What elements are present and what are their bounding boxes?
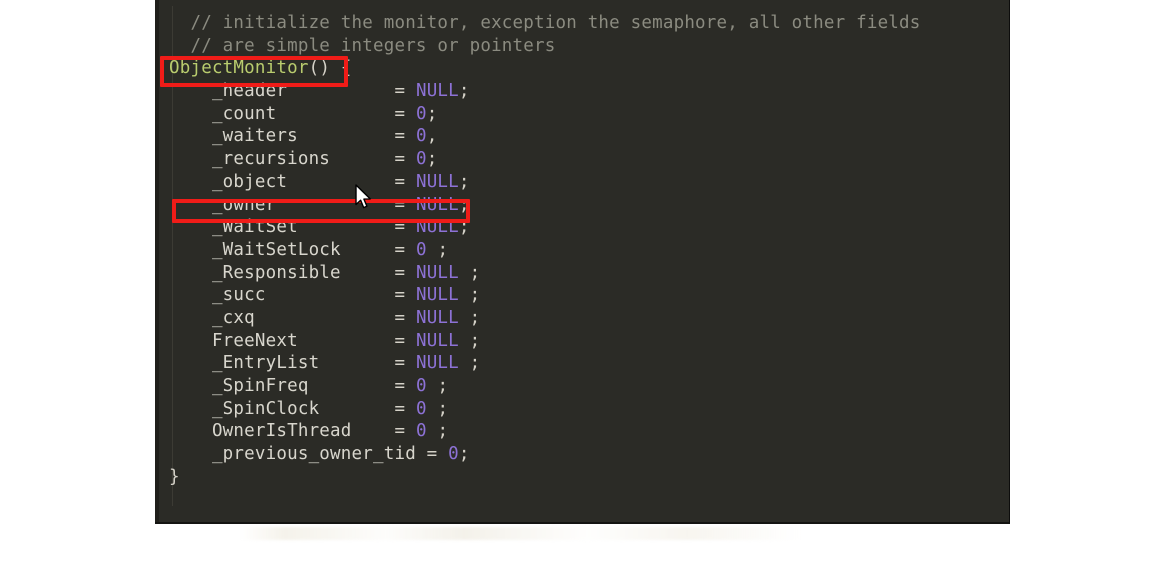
token-fn: ObjectMonitor xyxy=(169,58,309,79)
line-responsible[interactable]: _Responsible = NULL ; xyxy=(169,262,921,285)
page-root: // initialize the monitor, exception the… xyxy=(0,0,1172,562)
token-const: NULL xyxy=(415,307,459,328)
token-num: 0 xyxy=(448,444,459,465)
token-const: NULL xyxy=(415,353,459,374)
token-num: 0 xyxy=(415,149,427,170)
token-num: 0 xyxy=(415,398,427,419)
token-op: = xyxy=(394,239,416,260)
token-const: NULL xyxy=(415,81,459,102)
token-punct: ; xyxy=(426,376,449,396)
line-close-brace[interactable]: } xyxy=(169,466,921,489)
token-ident: _header xyxy=(169,81,395,102)
line-freenext[interactable]: FreeNext = NULL ; xyxy=(169,330,921,353)
token-punct: ; xyxy=(458,194,470,215)
token-op: = xyxy=(394,376,416,396)
token-punct: ; xyxy=(458,171,470,192)
line-previous-owner-tid[interactable]: _previous_owner_tid = 0; xyxy=(169,443,921,466)
line-cxq[interactable]: _cxq = NULL ; xyxy=(169,307,921,330)
token-op: = xyxy=(394,353,416,374)
token-op: = xyxy=(394,285,416,306)
token-ident: _WaitSetLock xyxy=(169,239,395,260)
token-ident: _previous_owner_tid xyxy=(169,444,427,465)
token-op: = xyxy=(394,149,416,170)
token-ident: OwnerIsThread xyxy=(169,421,395,442)
token-const: NULL xyxy=(415,285,459,306)
line-waiters[interactable]: _waiters = 0, xyxy=(169,125,921,148)
token-num: 0 xyxy=(415,126,427,147)
editor-left-edge xyxy=(155,0,159,522)
token-num: 0 xyxy=(415,239,427,260)
token-punct: ; xyxy=(458,285,481,306)
token-ident: _cxq xyxy=(169,307,395,328)
token-op: = xyxy=(394,171,416,192)
token-punct: } xyxy=(169,466,180,487)
token-op: = xyxy=(394,126,416,147)
token-const: NULL xyxy=(415,171,459,192)
token-ident: _count xyxy=(169,103,395,124)
line-object[interactable]: _object = NULL; xyxy=(169,171,921,194)
token-op: = xyxy=(394,217,416,238)
token-punct: () { xyxy=(308,58,352,79)
line-comment-2[interactable]: // are simple integers or pointers xyxy=(169,35,921,58)
line-spinclock[interactable]: _SpinClock = 0 ; xyxy=(169,398,921,421)
token-ident: _WaitSet xyxy=(169,217,395,238)
token-ident: _succ xyxy=(169,285,395,306)
token-num: 0 xyxy=(415,103,427,124)
token-ident: _owner xyxy=(169,194,395,215)
token-op: = xyxy=(394,194,416,215)
token-num: 0 xyxy=(415,376,427,396)
token-num: 0 xyxy=(415,421,427,442)
token-op: = xyxy=(394,330,416,351)
token-comment: // are simple integers or pointers xyxy=(169,35,556,56)
token-const: NULL xyxy=(415,217,459,238)
token-punct: ; xyxy=(426,103,438,124)
token-ident: _Responsible xyxy=(169,262,395,283)
token-op: = xyxy=(394,421,416,442)
token-op: = xyxy=(394,398,416,419)
token-op: = xyxy=(394,307,416,328)
token-punct: ; xyxy=(426,149,438,170)
line-constructor[interactable]: ObjectMonitor() { xyxy=(169,57,921,80)
token-comment: // initialize the monitor, exception the… xyxy=(169,13,921,33)
token-const: NULL xyxy=(415,262,459,283)
token-const: NULL xyxy=(415,194,459,215)
line-succ[interactable]: _succ = NULL ; xyxy=(169,284,921,307)
token-ident: _object xyxy=(169,171,395,192)
token-ident: _SpinFreq xyxy=(169,376,395,396)
line-waitset[interactable]: _WaitSet = NULL; xyxy=(169,216,921,239)
token-punct: , xyxy=(426,126,438,147)
line-owner[interactable]: _owner = NULL; xyxy=(169,194,921,217)
token-ident: _waiters xyxy=(169,126,395,147)
below-panel-artifact xyxy=(240,527,800,540)
line-spinfreq[interactable]: _SpinFreq = 0 ; xyxy=(169,375,921,398)
token-punct: ; xyxy=(458,444,470,465)
line-recursions[interactable]: _recursions = 0; xyxy=(169,148,921,171)
line-waitsetlock[interactable]: _WaitSetLock = 0 ; xyxy=(169,239,921,262)
line-header[interactable]: _header = NULL; xyxy=(169,80,921,103)
token-op: = xyxy=(394,81,416,102)
token-op: = xyxy=(426,444,449,465)
token-ident: _recursions xyxy=(169,149,395,170)
token-punct: ; xyxy=(458,330,481,351)
line-entrylist[interactable]: _EntryList = NULL ; xyxy=(169,352,921,375)
line-owneristhread[interactable]: OwnerIsThread = 0 ; xyxy=(169,420,921,443)
token-punct: ; xyxy=(458,81,470,102)
token-ident: _EntryList xyxy=(169,353,395,374)
line-comment-1[interactable]: // initialize the monitor, exception the… xyxy=(169,12,921,35)
token-punct: ; xyxy=(426,398,449,419)
code-editor-panel[interactable]: // initialize the monitor, exception the… xyxy=(155,0,1010,524)
token-punct: ; xyxy=(458,353,481,374)
token-punct: ; xyxy=(458,217,470,238)
token-op: = xyxy=(394,103,416,124)
token-punct: ; xyxy=(426,239,449,260)
token-const: NULL xyxy=(415,330,459,351)
code-block[interactable]: // initialize the monitor, exception the… xyxy=(169,12,921,488)
token-punct: ; xyxy=(458,262,481,283)
line-count[interactable]: _count = 0; xyxy=(169,103,921,126)
token-ident: _SpinClock xyxy=(169,398,395,419)
token-ident: FreeNext xyxy=(169,330,395,351)
token-op: = xyxy=(394,262,416,283)
token-punct: ; xyxy=(426,421,449,442)
token-punct: ; xyxy=(458,307,481,328)
